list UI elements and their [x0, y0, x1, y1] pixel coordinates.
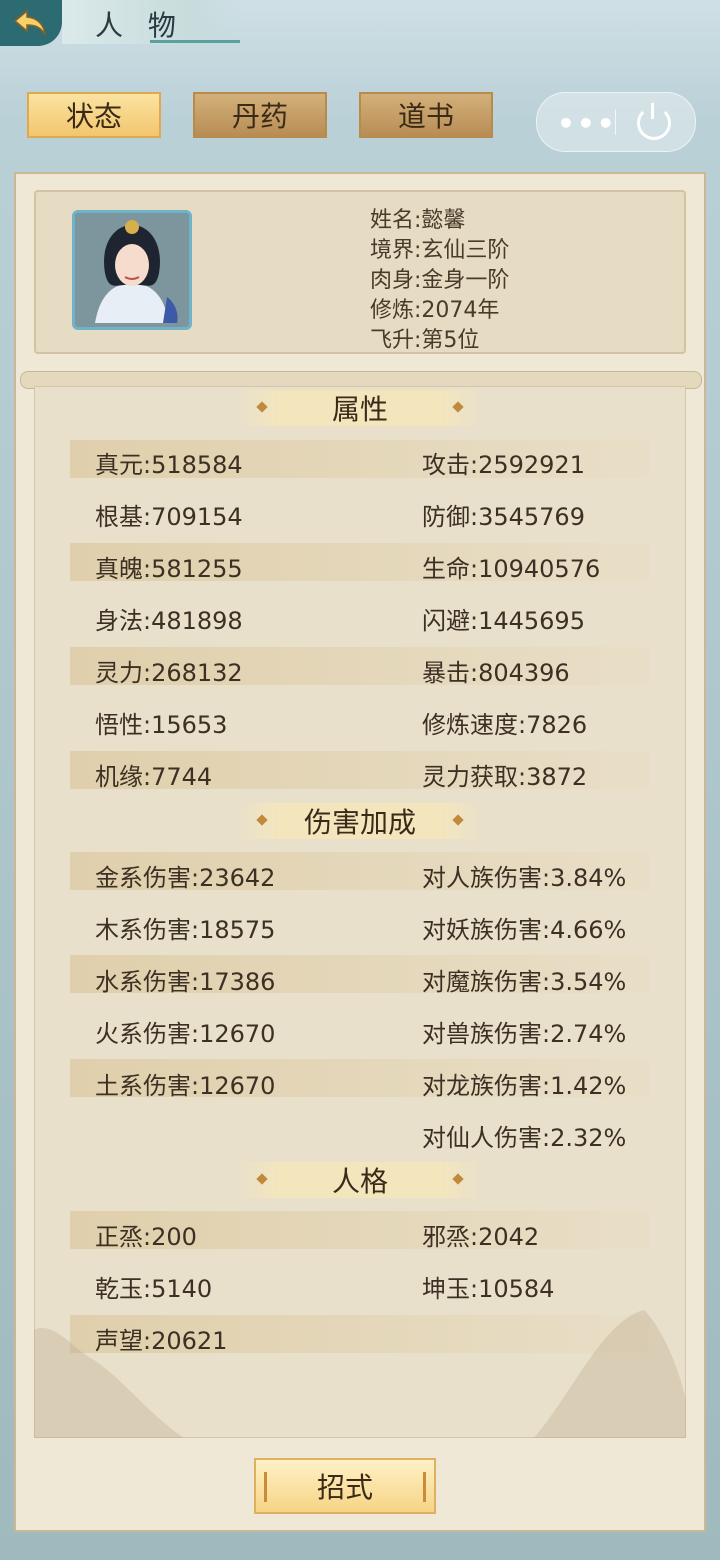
section-damage: 伤害加成 — [238, 803, 482, 839]
tab-pills-label: 丹药 — [231, 100, 288, 133]
attr-right: 灵力获取:3872 — [422, 763, 588, 791]
personality-left: 正烝:200 — [95, 1223, 197, 1251]
profile-cultivation: 修炼:2074年 — [370, 298, 500, 323]
attr-left: 根基:709154 — [95, 503, 243, 531]
attr-left: 悟性:15653 — [95, 711, 228, 739]
attr-left: 身法:481898 — [95, 607, 243, 635]
attr-right: 防御:3545769 — [422, 503, 585, 531]
avatar[interactable] — [72, 210, 192, 330]
tab-pills[interactable]: 丹药 — [193, 92, 327, 138]
button-ornament — [423, 1472, 426, 1502]
attr-left: 真魄:581255 — [95, 555, 243, 583]
personality-right: 邪烝:2042 — [422, 1223, 540, 1251]
damage-right: 对龙族伤害:1.42% — [422, 1072, 627, 1100]
damage-right: 对魔族伤害:3.54% — [422, 968, 627, 996]
mini-program-capsule: ••• — [536, 92, 696, 152]
section-attributes-title: 属性 — [331, 393, 388, 426]
mountain-decoration-icon — [34, 1310, 686, 1438]
skills-button-label: 招式 — [316, 1471, 373, 1504]
damage-right: 对兽族伤害:2.74% — [422, 1020, 627, 1048]
section-attributes: 属性 — [238, 390, 482, 426]
profile-ascension: 飞升:第5位 — [370, 328, 480, 353]
attr-right: 攻击:2592921 — [422, 451, 585, 479]
back-button[interactable] — [0, 0, 62, 46]
damage-right: 对仙人伤害:2.32% — [422, 1124, 627, 1152]
damage-left: 水系伤害:17386 — [95, 968, 276, 996]
damage-left: 土系伤害:12670 — [95, 1072, 276, 1100]
skills-button[interactable]: 招式 — [254, 1458, 436, 1514]
back-arrow-icon — [13, 9, 46, 36]
damage-right: 对人族伤害:3.84% — [422, 864, 627, 892]
character-portrait-icon — [75, 213, 189, 327]
profile-name: 姓名:懿馨 — [370, 208, 466, 233]
tab-dao-book-label: 道书 — [397, 100, 454, 133]
diamond-ornament-icon — [452, 814, 464, 826]
attr-right: 闪避:1445695 — [422, 607, 585, 635]
power-icon[interactable] — [637, 103, 671, 140]
attr-left: 机缘:7744 — [95, 763, 213, 791]
section-personality-title: 人格 — [331, 1165, 388, 1198]
attr-right: 暴击:804396 — [422, 659, 570, 687]
page-title: 人 物 — [95, 9, 184, 42]
attr-right: 生命:10940576 — [422, 555, 601, 583]
attr-right: 修炼速度:7826 — [422, 711, 588, 739]
damage-left: 木系伤害:18575 — [95, 916, 276, 944]
diamond-ornament-icon — [256, 1173, 268, 1185]
tab-status-label: 状态 — [65, 100, 122, 133]
diamond-ornament-icon — [256, 401, 268, 413]
tab-status[interactable]: 状态 — [27, 92, 161, 138]
more-options-icon[interactable]: ••• — [557, 107, 617, 140]
diamond-ornament-icon — [256, 814, 268, 826]
attr-left: 灵力:268132 — [95, 659, 243, 687]
top-bar: 人 物 状态 丹药 道书 ••• — [0, 0, 720, 152]
damage-right: 对妖族伤害:4.66% — [422, 916, 627, 944]
capsule-divider — [615, 109, 616, 135]
diamond-ornament-icon — [452, 401, 464, 413]
profile-body: 肉身:金身一阶 — [370, 268, 510, 293]
section-damage-title: 伤害加成 — [303, 806, 416, 839]
button-ornament — [264, 1472, 267, 1502]
damage-left: 金系伤害:23642 — [95, 864, 276, 892]
title-underline — [150, 40, 240, 43]
damage-left: 火系伤害:12670 — [95, 1020, 276, 1048]
section-personality: 人格 — [238, 1162, 482, 1198]
tab-dao-book[interactable]: 道书 — [359, 92, 493, 138]
attr-left: 真元:518584 — [95, 451, 243, 479]
profile-realm: 境界:玄仙三阶 — [370, 238, 510, 263]
diamond-ornament-icon — [452, 1173, 464, 1185]
